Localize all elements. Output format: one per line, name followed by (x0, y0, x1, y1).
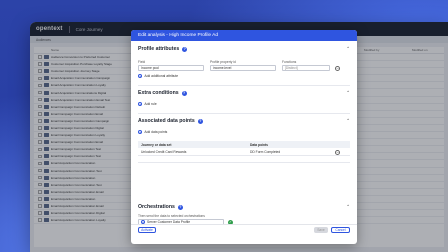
data-points-header: Data points (250, 142, 268, 147)
help-icon[interactable]: ? (181, 90, 187, 96)
chevron-up-icon[interactable]: ⌃ (346, 118, 350, 124)
activate-button[interactable]: Activate (138, 227, 156, 233)
table-row: Unlocked Credit Card Rewards DD Form Com… (138, 148, 350, 156)
remove-icon[interactable]: − (335, 65, 340, 71)
add-attribute-label: Add additional attribute (144, 74, 179, 79)
help-icon[interactable]: ? (182, 46, 188, 52)
extra-conditions-title: Extra conditions ? (138, 90, 187, 96)
remove-icon[interactable]: − (335, 149, 340, 155)
field-label: Field (138, 60, 146, 64)
journey-cell: Unlocked Credit Card Rewards (141, 149, 187, 154)
cancel-button[interactable]: Cancel (331, 227, 350, 233)
plus-icon: + (138, 102, 143, 107)
orchestrations-title: Orchestrations ? (138, 204, 183, 210)
modal-title: Edit analysis - High Income Profile Ad (138, 33, 218, 38)
journey-header: Journey or data set (141, 142, 172, 147)
chevron-up-icon[interactable]: ⌃ (346, 204, 350, 210)
data-points-table-header: Journey or data set Data points (138, 141, 350, 148)
functions-label: Functions (282, 60, 297, 64)
add-rule-label: Add rule (144, 102, 157, 107)
plus-icon: + (138, 130, 143, 135)
divider (138, 113, 350, 114)
modal-header: Edit analysis - High Income Profile Ad (131, 30, 357, 41)
divider (138, 85, 350, 86)
field-select[interactable]: Income pool (138, 65, 204, 71)
chevron-up-icon[interactable]: ⌃ (346, 90, 350, 96)
modal-footer: Activate Save Cancel (131, 224, 357, 234)
add-data-points-button[interactable]: + Add data points (138, 130, 168, 135)
modal-body: Profile attributes ? ⌃ Field Profile pro… (131, 41, 357, 234)
property-input[interactable]: income.level (210, 65, 276, 71)
plus-icon: + (138, 74, 143, 79)
add-attribute-button[interactable]: + Add additional attribute (138, 74, 179, 79)
associated-data-points-label: Associated data points (138, 118, 195, 124)
help-icon[interactable]: ? (197, 118, 203, 124)
profile-attributes-title: Profile attributes ? (138, 46, 188, 52)
extra-conditions-label: Extra conditions (138, 90, 179, 96)
data-points-cell: DD Form Completed (250, 149, 281, 154)
associated-data-points-title: Associated data points ? (138, 118, 203, 124)
orchestrations-label: Orchestrations (138, 204, 175, 210)
add-data-points-label: Add data points (144, 130, 168, 135)
help-icon[interactable]: ? (177, 204, 183, 210)
orchestrations-field-label: Then send the data to selected orchestra… (138, 214, 205, 218)
save-button[interactable]: Save (314, 227, 328, 233)
functions-select[interactable]: [Distinct] (282, 65, 330, 71)
divider (138, 162, 350, 163)
property-label: Profile property id (210, 60, 236, 64)
add-rule-button[interactable]: + Add rule (138, 102, 157, 107)
edit-analysis-modal: Edit analysis - High Income Profile Ad P… (131, 30, 357, 244)
profile-attributes-label: Profile attributes (138, 46, 180, 52)
chevron-up-icon[interactable]: ⌃ (346, 46, 350, 52)
